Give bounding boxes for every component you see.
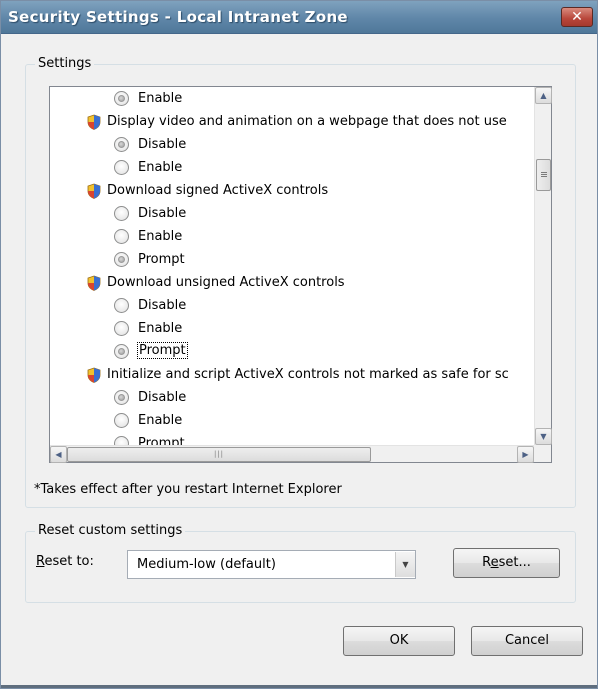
settings-list: Enable Display video and animation on a w… (50, 87, 534, 445)
setting-option-label[interactable]: Prompt (137, 342, 188, 359)
radio-button[interactable] (114, 390, 129, 405)
radio-button[interactable] (114, 229, 129, 244)
reset-legend: Reset custom settings (35, 523, 186, 539)
scrollbar-corner (534, 445, 551, 462)
setting-option-label[interactable]: Disable (138, 294, 186, 317)
setting-option-label[interactable]: Disable (138, 133, 186, 156)
radio-button[interactable] (114, 252, 129, 267)
setting-header-label: Download unsigned ActiveX controls (107, 275, 345, 290)
setting-option-label[interactable]: Prompt (138, 248, 185, 271)
settings-listbox[interactable]: Enable Display video and animation on a w… (49, 86, 552, 463)
radio-button[interactable] (114, 91, 129, 106)
setting-option-label[interactable]: Prompt (138, 432, 185, 445)
setting-option-label[interactable]: Disable (138, 386, 186, 409)
setting-option-label[interactable]: Enable (138, 156, 182, 179)
arrow-left-icon[interactable]: ◀ (50, 446, 67, 463)
radio-button[interactable] (114, 413, 129, 428)
shield-icon (87, 367, 101, 383)
setting-option-label[interactable]: Enable (138, 409, 182, 432)
chevron-down-icon[interactable]: ▼ (395, 552, 415, 577)
reset-button-text-b: set... (498, 555, 531, 570)
shield-icon (87, 275, 101, 291)
cancel-button[interactable]: Cancel (471, 626, 583, 656)
grip-line (541, 172, 547, 173)
reset-level-value: Medium-low (default) (137, 557, 276, 572)
radio-button[interactable] (114, 206, 129, 221)
security-settings-dialog: Security Settings - Local Intranet Zone … (0, 0, 598, 689)
shield-icon (87, 183, 101, 199)
radio-button[interactable] (114, 321, 129, 336)
vertical-scroll-thumb[interactable] (536, 159, 551, 191)
window-bottom-edge (1, 685, 597, 688)
close-button[interactable]: ✕ (561, 7, 593, 27)
restart-note: *Takes effect after you restart Internet… (34, 482, 342, 497)
radio-button[interactable] (114, 344, 129, 359)
reset-to-label: Reset to: (36, 554, 94, 569)
setting-option-label[interactable]: Enable (138, 225, 182, 248)
reset-to-text: eset to: (44, 554, 94, 569)
setting-option-label[interactable]: Enable (138, 87, 182, 110)
settings-legend: Settings (35, 56, 95, 72)
horizontal-scroll-thumb[interactable]: ||| (67, 447, 371, 462)
setting-option-label[interactable]: Enable (138, 317, 182, 340)
radio-button[interactable] (114, 137, 129, 152)
grip-line (541, 174, 547, 175)
reset-button-text-a: R (482, 555, 491, 570)
arrow-up-icon[interactable]: ▲ (535, 87, 552, 104)
grip-line (541, 176, 547, 177)
shield-icon (87, 114, 101, 130)
reset-button-accesskey: e (490, 555, 499, 570)
radio-button[interactable] (114, 160, 129, 175)
radio-button[interactable] (114, 436, 129, 445)
arrow-right-icon[interactable]: ▶ (517, 446, 534, 463)
reset-button[interactable]: Reset... (453, 548, 560, 578)
setting-header-label: Initialize and script ActiveX controls n… (107, 367, 509, 382)
vertical-scrollbar[interactable]: ▲ ▼ (534, 87, 552, 445)
window-title: Security Settings - Local Intranet Zone (8, 8, 348, 26)
setting-option-label[interactable]: Disable (138, 202, 186, 225)
setting-header-label: Display video and animation on a webpage… (107, 114, 507, 129)
setting-header-label: Download signed ActiveX controls (107, 183, 329, 198)
reset-level-dropdown[interactable]: Medium-low (default) ▼ (127, 550, 416, 579)
title-bar[interactable]: Security Settings - Local Intranet Zone … (1, 1, 597, 34)
ok-button[interactable]: OK (343, 626, 455, 656)
arrow-down-icon[interactable]: ▼ (535, 428, 552, 445)
horizontal-scrollbar[interactable]: ◀ ||| ▶ (50, 445, 534, 463)
radio-button[interactable] (114, 298, 129, 313)
